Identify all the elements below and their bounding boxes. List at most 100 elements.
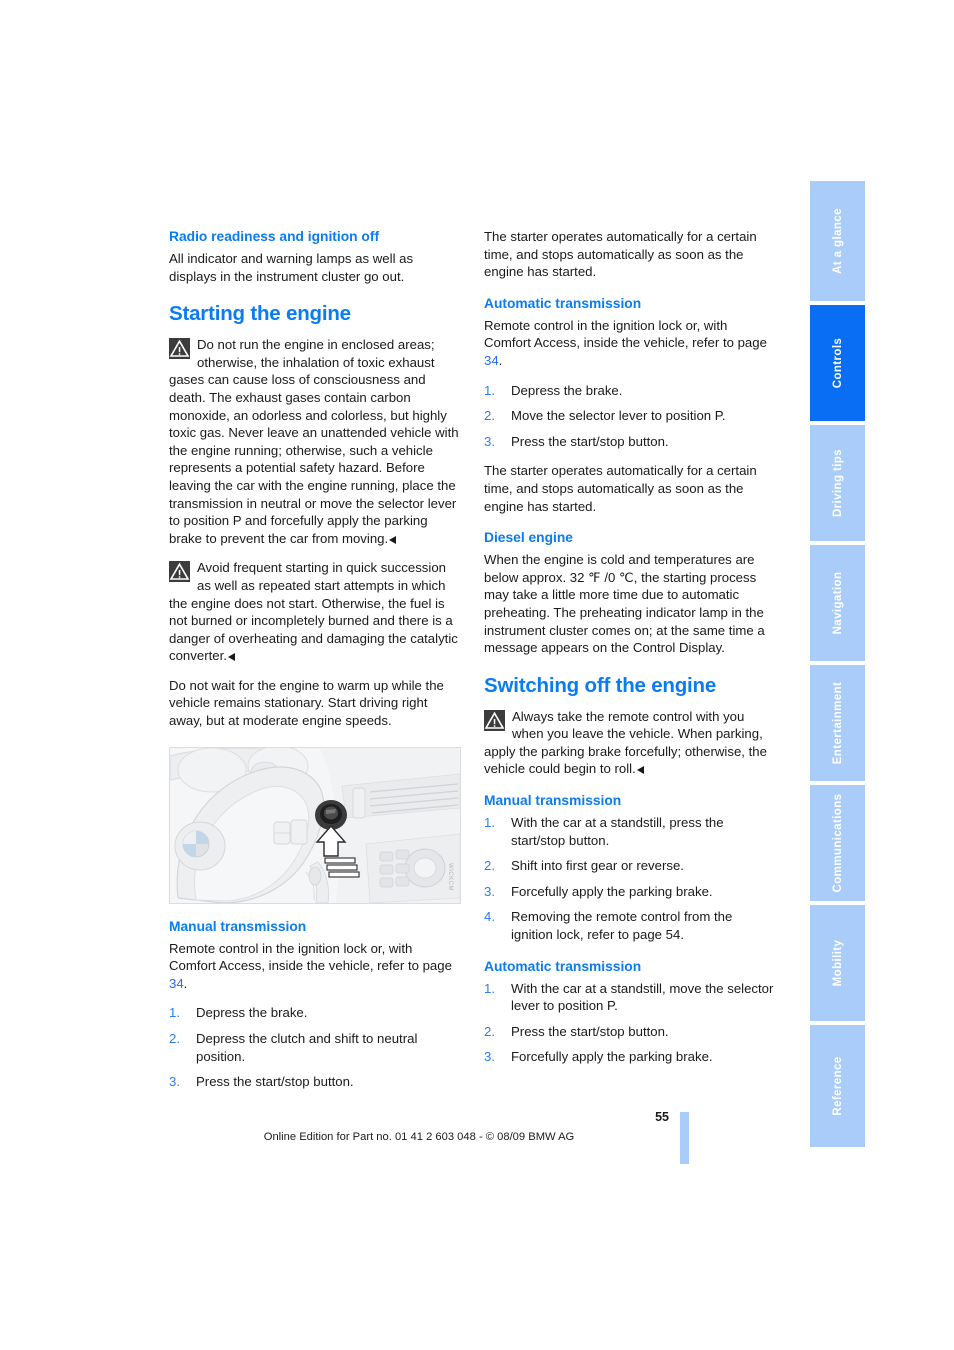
step-text: With the car at a standstill, move the s…	[511, 980, 774, 1014]
section-tab-rail: At a glance Controls Driving tips Naviga…	[810, 181, 865, 1151]
paragraph-radio-readiness: All indicator and warning lamps as well …	[169, 251, 414, 284]
paragraph-auto-intro: Remote control in the ignition lock or, …	[484, 317, 774, 370]
list-item: 2. Press the start/stop button.	[484, 1023, 774, 1041]
step-text: Move the selector lever to position P.	[511, 408, 726, 424]
list-automatic-off-steps: 1. With the car at a standstill, move the…	[484, 980, 774, 1066]
manual-intro-text: Remote control in the ignition lock or, …	[169, 940, 452, 974]
list-manual-start-steps: 1. Depress the brake. 2. Depress the clutc…	[169, 1004, 459, 1090]
sidebar-tab-label: Entertainment	[831, 681, 844, 765]
step-number: 2.	[169, 1031, 180, 1047]
step-number: 3.	[484, 1049, 495, 1065]
sidebar-tab-label: At a glance	[831, 208, 844, 274]
page-title-starting-the-engine: Starting the engine	[169, 302, 351, 326]
list-item: 3. Press the start/stop button.	[169, 1073, 459, 1091]
heading-manual-transmission-off: Manual transmission	[484, 793, 622, 809]
end-of-warning-marker	[636, 766, 644, 775]
step-number: 1.	[484, 382, 495, 398]
warning-text: Avoid frequent starting in quick success…	[169, 560, 458, 664]
sidebar-tab-label: Controls	[831, 337, 844, 389]
step-text: Press the start/stop button.	[196, 1074, 354, 1090]
list-item: 1. Depress the brake.	[169, 1004, 459, 1022]
warning-triangle-icon	[169, 561, 190, 583]
step-text: With the car at a standstill, press the …	[511, 815, 724, 848]
page-title-switching-off-the-engine: Switching off the engine	[484, 673, 717, 697]
page-number: 55	[655, 1110, 669, 1124]
list-item: 4. Removing the remote control from the i…	[484, 908, 774, 943]
heading-diesel-engine: Diesel engine	[484, 530, 573, 546]
heading-radio-readiness: Radio readiness and ignition off	[169, 229, 380, 244]
paragraph-warmup-note: Do not wait for the engine to warm up wh…	[169, 677, 444, 729]
step-text: Shift into first gear or reverse.	[511, 858, 684, 874]
list-manual-off-steps: 1. With the car at a standstill, press th…	[484, 814, 774, 944]
step-number: 2.	[484, 858, 495, 874]
end-of-warning-marker	[389, 535, 397, 544]
page-number-bar	[680, 1112, 689, 1164]
list-item: 1. With the car at a standstill, move the…	[484, 980, 774, 1015]
list-item: 2. Move the selector lever to position P.	[484, 407, 774, 425]
step-number: 2.	[484, 408, 495, 424]
step-text: Depress the brake.	[511, 382, 623, 398]
sidebar-tab-label: Mobility	[831, 939, 844, 987]
paragraph-manual-intro: Remote control in the ignition lock or, …	[169, 940, 459, 993]
warning-block-take-remote-control: Always take the remote control with you …	[484, 708, 774, 778]
heading-automatic-transmission-off: Automatic transmission	[484, 958, 642, 974]
warning-text: Do not run the engine in enclosed areas;…	[169, 337, 459, 546]
sidebar-tab-communications[interactable]: Communications	[810, 785, 865, 901]
heading-automatic-transmission-start: Automatic transmission	[484, 295, 642, 311]
page-reference-link[interactable]: 34	[169, 976, 184, 991]
right-text-column: The starter operates automatically for a…	[484, 228, 774, 1078]
auto-intro-period: .	[498, 352, 503, 368]
step-number: 4.	[484, 909, 495, 925]
warning-triangle-icon	[169, 338, 190, 360]
sidebar-tab-navigation[interactable]: Navigation	[810, 545, 865, 661]
step-text: Forcefully apply the parking brake.	[511, 1049, 713, 1065]
end-of-warning-marker	[227, 653, 235, 662]
dashboard-illustration	[170, 747, 460, 903]
step-text: Depress the clutch and shift to neutral …	[196, 1031, 418, 1064]
sidebar-tab-entertainment[interactable]: Entertainment	[810, 665, 865, 781]
list-item: 3. Press the start/stop button.	[484, 433, 774, 451]
step-text: Press the start/stop button.	[511, 1023, 669, 1039]
list-item: 2. Depress the clutch and shift to neutra…	[169, 1030, 459, 1065]
warning-block-enclosed-areas: Do not run the engine in enclosed areas;…	[169, 336, 459, 547]
step-number: 1.	[169, 1005, 180, 1021]
list-item: 2. Shift into first gear or reverse.	[484, 857, 774, 875]
warning-triangle-icon	[484, 709, 505, 731]
step-text: Forcefully apply the parking brake.	[511, 883, 713, 899]
warning-block-frequent-starting: Avoid frequent starting in quick success…	[169, 559, 459, 665]
sidebar-tab-mobility[interactable]: Mobility	[810, 905, 865, 1021]
heading-manual-transmission-start: Manual transmission	[169, 918, 307, 934]
step-number: 3.	[484, 433, 495, 449]
sidebar-tab-label: Driving tips	[831, 448, 844, 518]
list-automatic-start-steps: 1. Depress the brake. 2. Move the selector…	[484, 382, 774, 451]
page-reference-link[interactable]: 34	[484, 353, 499, 368]
sidebar-tab-label: Navigation	[831, 571, 844, 635]
step-number: 1.	[484, 980, 495, 996]
figure-reference-code: WICKCM	[447, 862, 453, 891]
figure-ignition-lock-location: WICKCM	[169, 746, 461, 904]
step-text: Depress the brake.	[196, 1005, 308, 1021]
sidebar-tab-driving-tips[interactable]: Driving tips	[810, 425, 865, 541]
sidebar-tab-label: Reference	[831, 1056, 844, 1116]
step-number: 3.	[484, 883, 495, 899]
manual-page: At a glance Controls Driving tips Naviga…	[0, 0, 954, 1350]
sidebar-tab-reference[interactable]: Reference	[810, 1025, 865, 1147]
sidebar-tab-controls[interactable]: Controls	[810, 305, 865, 421]
step-number: 1.	[484, 815, 495, 831]
sidebar-tab-label: Communications	[831, 793, 844, 893]
list-item: 1. With the car at a standstill, press th…	[484, 814, 774, 849]
paragraph-starter-note-1: The starter operates automatically for a…	[484, 229, 757, 280]
footer-copyright: Online Edition for Part no. 01 41 2 603 …	[263, 1131, 575, 1143]
paragraph-diesel-engine: When the engine is cold and temperatures…	[484, 552, 765, 656]
list-item: 1. Depress the brake.	[484, 382, 774, 400]
list-item: 3. Forcefully apply the parking brake.	[484, 1048, 774, 1066]
step-number: 2.	[484, 1023, 495, 1039]
step-text: Removing the remote control from the ign…	[511, 909, 733, 943]
sidebar-tab-at-a-glance[interactable]: At a glance	[810, 181, 865, 301]
auto-intro-text: Remote control in the ignition lock or, …	[484, 317, 767, 351]
step-text: Press the start/stop button.	[511, 433, 669, 449]
manual-intro-period: .	[183, 975, 188, 991]
step-number: 3.	[169, 1074, 180, 1090]
left-text-column: Radio readiness and ignition off All ind…	[169, 228, 461, 1103]
paragraph-starter-note-2: The starter operates automatically for a…	[484, 463, 757, 514]
